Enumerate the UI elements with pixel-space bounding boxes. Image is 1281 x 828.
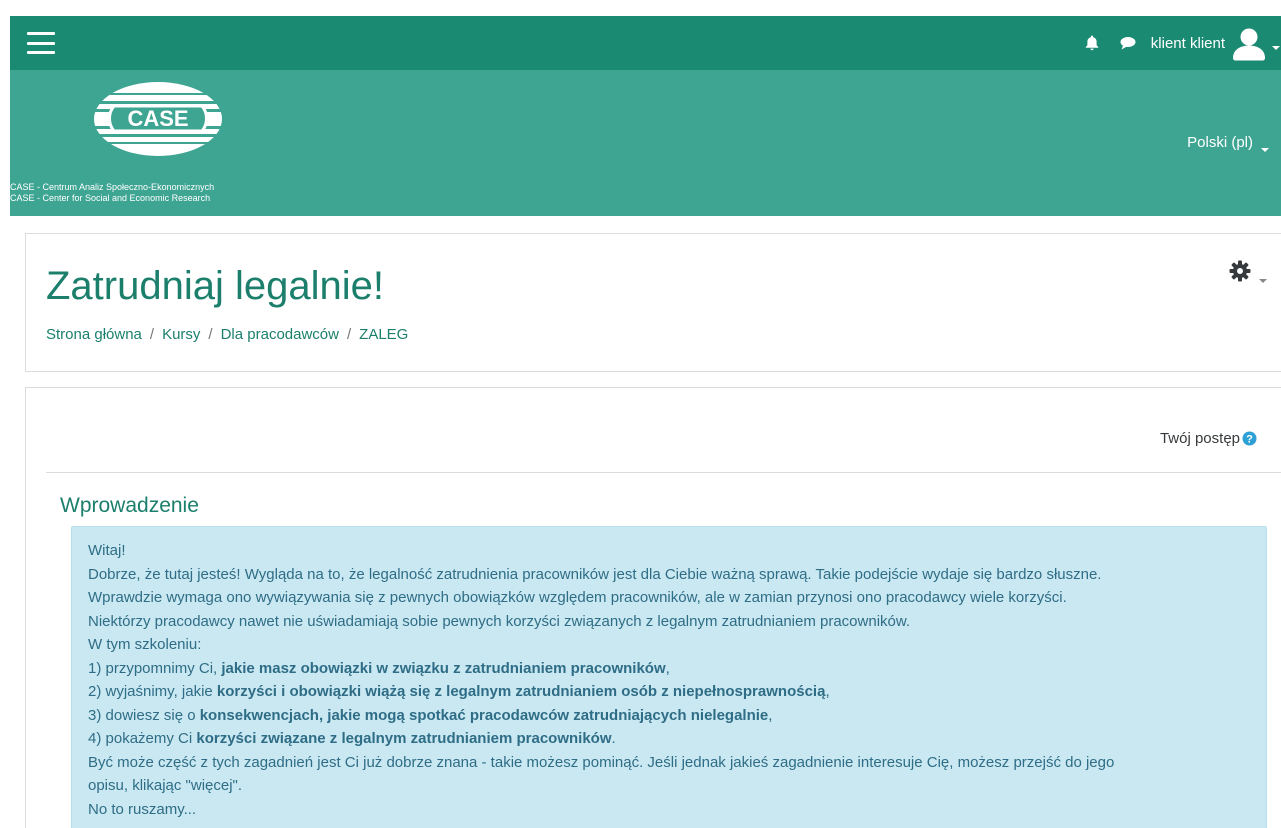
organization-name: CASE - Centrum Analiz Społeczno-Ekonomic… [10, 182, 214, 204]
gear-icon[interactable] [1229, 260, 1251, 287]
user-name[interactable]: klient klient [1151, 35, 1225, 52]
user-avatar-icon[interactable] [1231, 25, 1267, 61]
intro-line: Witaj! [88, 542, 126, 559]
site-header-band: CASE CASE - Centrum Analiz Społeczno-Eko… [10, 70, 1281, 216]
top-navbar: klient klient [10, 16, 1281, 70]
page-header-card: Zatrudniaj legalnie! Strona główna / Kur… [25, 233, 1281, 372]
svg-text:?: ? [1246, 434, 1253, 446]
intro-bold: jakie masz obowiązki w związku z zatrudn… [221, 659, 666, 677]
hamburger-icon[interactable] [27, 32, 55, 54]
intro-list-item: 4) pokażemy Ci korzyści związane z legal… [88, 727, 1250, 751]
intro-list-item: 2) wyjaśnimy, jakie korzyści i obowiązki… [88, 680, 1250, 704]
intro-text: , [825, 683, 830, 700]
intro-line: Być może część z tych zagadnień jest Ci … [88, 753, 1115, 771]
intro-line: W tym szkoleniu: [88, 636, 202, 653]
intro-text: 1) przypomnimy Ci, [88, 659, 222, 677]
chat-icon[interactable] [1119, 34, 1137, 52]
progress-label: Twój postęp [1159, 430, 1240, 447]
page-title: Zatrudniaj legalnie! [46, 264, 384, 308]
course-content-card: Twój postęp ? Wprowadzenie Witaj! Dobrze… [25, 387, 1281, 828]
navbar-user-area: klient klient [1083, 16, 1281, 70]
section-title[interactable]: Wprowadzenie [60, 494, 199, 518]
language-label: Polski (pl) [1187, 134, 1253, 151]
intro-line: opisu, klikając "więcej". [88, 777, 243, 794]
intro-text: , [768, 706, 773, 724]
intro-list-item: 3) dowiesz się o konsekwencjach, jakie m… [88, 704, 1250, 728]
intro-line: No to ruszamy... [88, 800, 197, 818]
intro-bold: korzyści i obowiązki wiążą się z legalny… [216, 683, 826, 700]
intro-text: , [665, 659, 670, 677]
breadcrumb-separator: / [346, 326, 352, 343]
user-menu-caret-icon[interactable] [1271, 39, 1281, 50]
case-logo[interactable]: CASE [92, 80, 224, 158]
intro-text: . [611, 730, 616, 747]
intro-message-box: Witaj! Dobrze, że tutaj jesteś! Wygląda … [71, 526, 1267, 828]
intro-line: Dobrze, że tutaj jesteś! Wygląda na to, … [88, 565, 1102, 583]
intro-text: 3) dowiesz się o [88, 706, 200, 724]
intro-line: Niektórzy pracodawcy nawet nie uświadami… [88, 612, 911, 630]
breadcrumb-separator: / [149, 326, 155, 343]
chevron-down-icon [1261, 140, 1269, 152]
chevron-down-icon [1259, 271, 1267, 283]
bell-icon[interactable] [1083, 34, 1101, 52]
top-gap [0, 0, 1281, 16]
breadcrumb: Strona główna / Kursy / Dla pracodawców … [46, 326, 408, 343]
breadcrumb-separator: / [208, 326, 213, 343]
org-line-en: CASE - Center for Social and Economic Re… [10, 193, 211, 203]
intro-line: Wprawdzie wymaga ono wywiązywania się z … [88, 589, 1067, 606]
org-line-pl: CASE - Centrum Analiz Społeczno-Ekonomic… [10, 182, 215, 192]
logo-text: CASE [127, 106, 188, 131]
intro-bold: konsekwencjach, jakie mogą spotkać praco… [199, 706, 769, 724]
course-progress: Twój postęp ? [1160, 430, 1257, 447]
intro-text: 2) wyjaśnimy, jakie [88, 683, 217, 700]
breadcrumb-courses[interactable]: Kursy [162, 326, 200, 343]
intro-text: 4) pokażemy Ci [88, 730, 197, 747]
breadcrumb-course[interactable]: ZALEG [359, 326, 408, 343]
breadcrumb-home[interactable]: Strona główna [46, 326, 142, 343]
intro-bold: korzyści związane z legalnym zatrudniani… [196, 730, 612, 747]
course-settings-menu[interactable] [1229, 260, 1267, 287]
intro-list-item: 1) przypomnimy Ci, jakie masz obowiązki … [88, 657, 1250, 681]
language-selector[interactable]: Polski (pl) [1187, 134, 1269, 152]
help-icon[interactable]: ? [1242, 431, 1257, 446]
divider [46, 472, 1281, 473]
breadcrumb-category[interactable]: Dla pracodawców [221, 326, 339, 343]
